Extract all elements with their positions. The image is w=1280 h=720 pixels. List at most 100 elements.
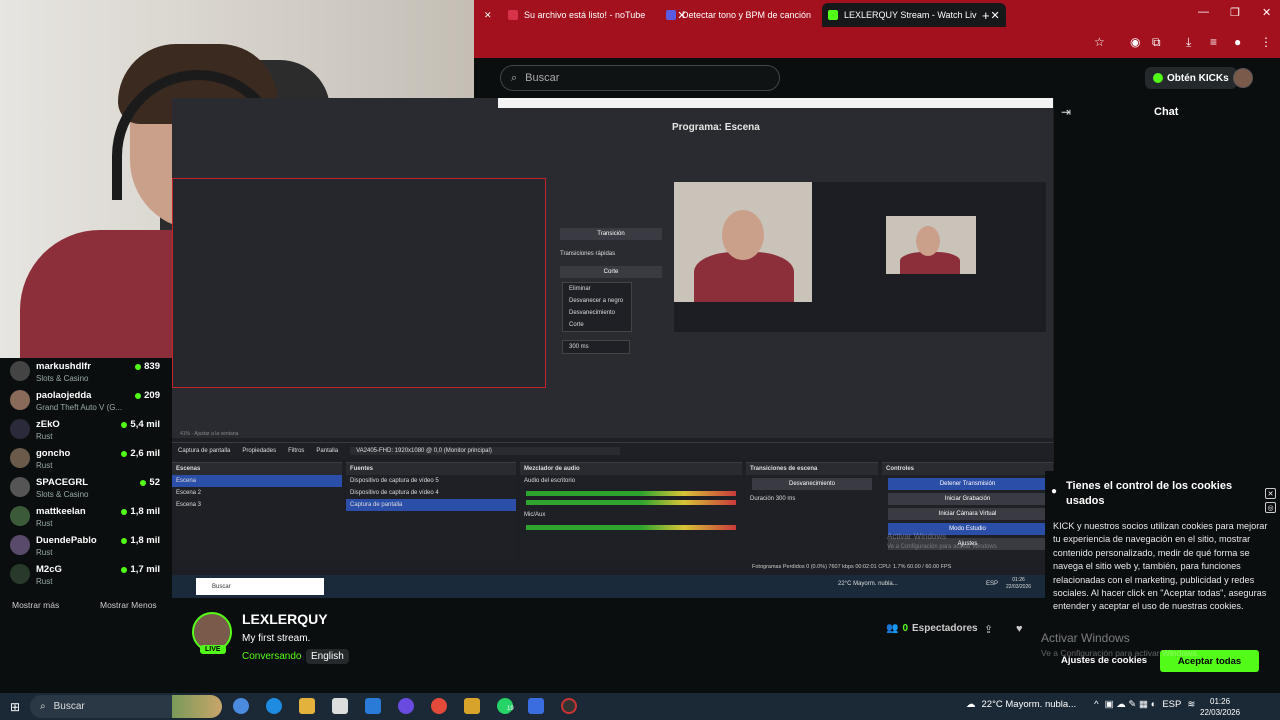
stream-info: LIVE LEXLERQUY My first stream. Conversa… [172, 598, 1053, 688]
channel-item[interactable]: paolaojedda Grand Theft Auto V (G... 209 [10, 387, 160, 415]
stream-category[interactable]: Conversando [242, 651, 301, 662]
avatar[interactable] [1233, 68, 1253, 88]
viewer-count: 1,8 mil [121, 535, 160, 546]
channel-item[interactable]: zEkO Rust 5,4 mil [10, 416, 160, 444]
channel-category: Slots & Casino [36, 374, 89, 383]
media-icon[interactable]: ≡ [1210, 35, 1217, 49]
kicks-coin-icon [1153, 73, 1163, 83]
extension-icon[interactable]: ◉ [1130, 35, 1140, 49]
tab-kick-active[interactable]: LEXLERQUY Stream - Watch Liv ✕ [822, 3, 1006, 27]
store-icon[interactable] [332, 698, 348, 714]
live-dot-icon [135, 363, 142, 370]
wifi-icon[interactable]: ≋ [1187, 699, 1195, 710]
copilot-icon[interactable] [233, 698, 249, 714]
bookmark-star-icon[interactable]: ☆ [1094, 35, 1105, 49]
transition-button[interactable]: Transición [560, 228, 662, 240]
close-icon[interactable]: ✕ [1265, 488, 1276, 499]
close-icon[interactable]: ✕ [991, 9, 1000, 22]
dropdown-item[interactable]: Corte [563, 319, 631, 331]
source-item[interactable]: Dispositivo de captura de vídeo 4 [346, 487, 516, 499]
avatar [10, 419, 30, 439]
dropdown-item[interactable]: Desvanecer a negro [563, 295, 631, 307]
filters-button[interactable]: Filtros [288, 448, 304, 454]
discord-icon[interactable] [398, 698, 414, 714]
users-icon: 👥 [886, 623, 899, 634]
profile-icon[interactable]: ● [1234, 35, 1241, 49]
show-more-button[interactable]: Mostrar más [12, 600, 59, 610]
cookie-icon: ● [1051, 486, 1058, 497]
tray-icons[interactable]: ▣ ☁ ✎ ▦ ◐ [1105, 699, 1157, 710]
chat-title: Chat [1154, 106, 1179, 118]
dropdown-item[interactable]: Eliminar [563, 283, 631, 295]
stream-video-player[interactable]: Programa: Escena Transición Transiciones… [172, 98, 1053, 598]
menu-icon[interactable]: ⋮ [1260, 35, 1272, 49]
channel-item[interactable]: markushdlfr Slots & Casino 839 [10, 358, 160, 386]
virtual-camera-button[interactable]: Iniciar Cámara Virtual [888, 508, 1047, 520]
window-close-icon[interactable]: ✕ [1262, 6, 1271, 19]
language-indicator[interactable]: ESP [1162, 699, 1181, 710]
restore-icon[interactable]: ❐ [1230, 6, 1240, 19]
display-select[interactable]: VA2405-FHD: 1920x1080 @ 0,0 (Monitor pri… [350, 446, 621, 455]
chrome-icon[interactable] [431, 698, 447, 714]
live-badge: LIVE [200, 645, 226, 654]
channel-item[interactable]: goncho Rust 2,6 mil [10, 445, 160, 473]
transition-dropdown[interactable]: Eliminar Desvanecer a negro Desvanecimie… [562, 282, 632, 332]
tab-bpm[interactable]: Detectar tono y BPM de canción ✕ [666, 4, 834, 26]
taskbar-search[interactable]: ⌕ Buscar [30, 695, 222, 718]
activate-windows-watermark: Activar Windows [1041, 631, 1130, 645]
mail-icon[interactable] [365, 698, 381, 714]
controls-header: Controles [882, 463, 1053, 475]
download-icon[interactable]: ⤓ [1186, 35, 1191, 50]
channel-item[interactable]: M2cG Rust 1,7 mil [10, 561, 160, 589]
search-input[interactable]: ⌕ Buscar [500, 65, 780, 91]
weather-label[interactable]: 22°C Mayorm. nubla... [982, 699, 1077, 710]
puzzle-icon[interactable]: ⧉ [1152, 35, 1161, 50]
fingerprint-icon[interactable]: ◎ [1265, 502, 1276, 513]
scene-item[interactable]: Escena 3 [172, 499, 342, 511]
properties-button[interactable]: Propiedades [242, 448, 276, 454]
stop-stream-button[interactable]: Detener Transmisión [888, 478, 1047, 490]
tab-close-icon[interactable]: ✕ [484, 4, 492, 26]
channel-item[interactable]: mattkeelan Rust 1,8 mil [10, 503, 160, 531]
live-dot-icon [140, 479, 147, 486]
windows-start-icon[interactable]: ⊞ [10, 700, 20, 714]
share-icon[interactable]: ⇪ [984, 623, 993, 636]
minimize-icon[interactable]: — [1198, 6, 1209, 18]
source-item[interactable]: Captura de pantalla [346, 499, 516, 511]
scene-item[interactable]: Escena 2 [172, 487, 342, 499]
get-kicks-button[interactable]: Obtén KICKs [1145, 67, 1237, 89]
app-icon[interactable] [464, 698, 480, 714]
windows-taskbar: ⊞ ⌕ Buscar 19 ☁ 22°C Mayorm. nubla... ^ … [0, 693, 1280, 720]
streamer-name[interactable]: LEXLERQUY [242, 611, 328, 627]
search-highlight-image [172, 695, 222, 718]
duration-spinbox[interactable]: 300 ms [562, 340, 630, 354]
new-tab-button[interactable]: + [982, 4, 990, 26]
stream-title: My first stream. [242, 633, 311, 644]
collapse-chat-icon[interactable]: ⇥ [1061, 105, 1071, 119]
bpm-favicon-icon [666, 10, 676, 20]
edge-icon[interactable] [266, 698, 282, 714]
dropdown-item[interactable]: Desvanecimiento [563, 307, 631, 319]
taskbar-clock[interactable]: 01:26 22/03/2026 [1200, 696, 1240, 718]
duration-row[interactable]: Duración 300 ms [746, 493, 878, 505]
obs-icon[interactable] [561, 698, 577, 714]
file-explorer-icon[interactable] [299, 698, 315, 714]
channel-item[interactable]: DuendePablo Rust 1,8 mil [10, 532, 160, 560]
tab-notube[interactable]: Su archivo está listo! - noTube ✕ [508, 4, 686, 26]
search-placeholder: Buscar [525, 72, 560, 84]
channel-item[interactable]: SPACEGRL Slots & Casino 52 [10, 474, 160, 502]
scene-item[interactable]: Escena [172, 475, 342, 487]
transition-select[interactable]: Desvanecimiento [752, 478, 872, 490]
language-tag[interactable]: English [306, 649, 349, 664]
follow-icon[interactable]: ♥ [1016, 623, 1023, 635]
program-thumbnail [674, 182, 1046, 390]
app-icon[interactable] [528, 698, 544, 714]
start-recording-button[interactable]: Iniciar Grabación [888, 493, 1047, 505]
cut-button[interactable]: Corte [560, 266, 662, 278]
source-item[interactable]: Dispositivo de captura de vídeo 5 [346, 475, 516, 487]
show-less-button[interactable]: Mostrar Menos [100, 600, 157, 610]
live-dot-icon [121, 537, 128, 544]
obs-activate-watermark: Activar Windows [887, 532, 947, 541]
channel-name: zEkO [36, 419, 60, 430]
chevron-up-icon[interactable]: ^ [1094, 699, 1098, 710]
